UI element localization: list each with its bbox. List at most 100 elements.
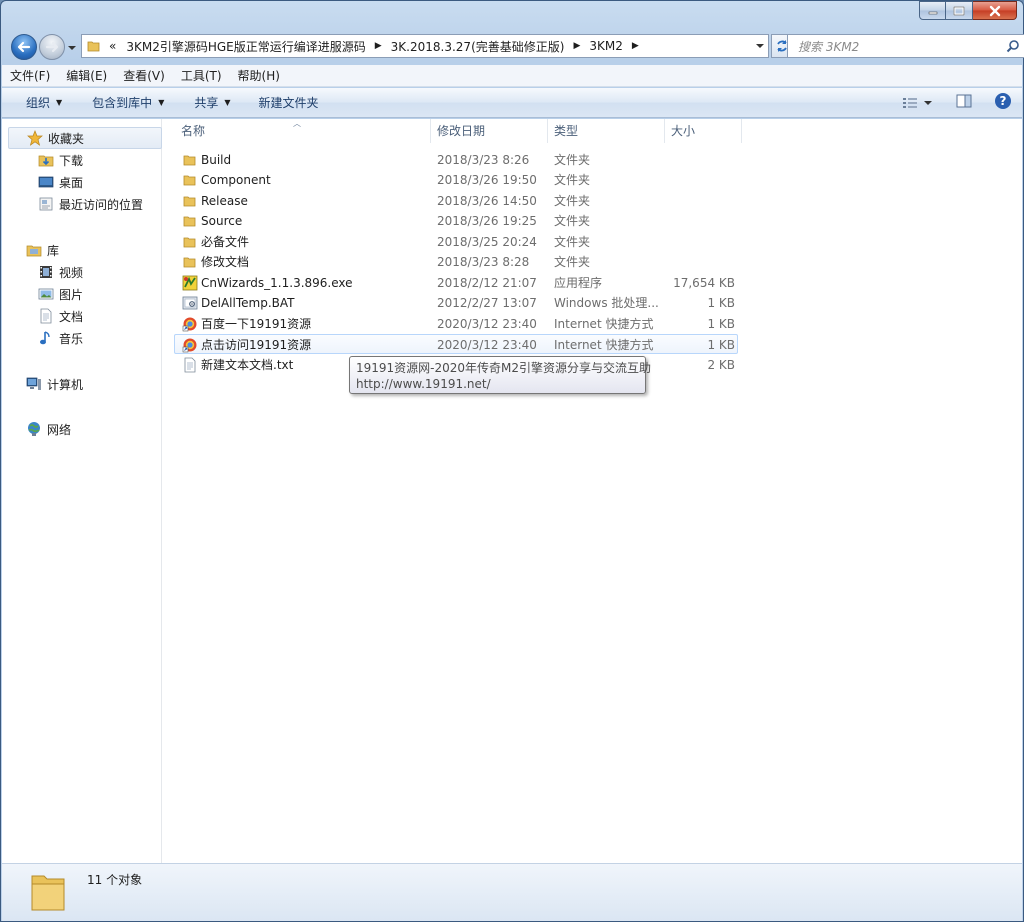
share-button[interactable]: 共享 ▼ — [184, 90, 240, 116]
recent-pages-dropdown[interactable] — [66, 41, 78, 55]
close-button[interactable] — [973, 1, 1017, 20]
file-type: 文件夹 — [554, 173, 591, 187]
address-segment-1[interactable]: 3KM2引擎源码HGE版正常运行编译进服源码 — [121, 35, 370, 57]
file-type: Internet 快捷方式 — [554, 317, 654, 331]
application-icon — [182, 275, 198, 291]
file-name: 修改文档 — [201, 255, 250, 269]
music-icon — [38, 330, 54, 346]
search-icon[interactable] — [1002, 35, 1024, 57]
menu-file[interactable]: 文件(F) — [2, 65, 58, 87]
maximize-button[interactable] — [946, 1, 973, 20]
nav-item-label: 音乐 — [59, 331, 84, 346]
minimize-button[interactable] — [919, 1, 946, 20]
navigation-bar: « 3KM2引擎源码HGE版正常运行编译进服源码 ▶ 3K.2018.3.27(… — [9, 31, 1024, 61]
arrow-right-icon — [45, 41, 59, 53]
file-date: 2018/3/23 8:28 — [437, 255, 530, 269]
file-date: 2018/3/26 19:50 — [437, 173, 537, 187]
file-type: 应用程序 — [554, 276, 603, 290]
address-separator-icon[interactable]: ▶ — [628, 41, 643, 51]
change-view-button[interactable] — [902, 96, 932, 110]
menu-edit[interactable]: 编辑(E) — [58, 65, 115, 87]
search-placeholder: 搜索 3KM2 — [798, 39, 860, 54]
nav-item-downloads[interactable]: 下载 — [2, 149, 83, 171]
column-header-type[interactable]: 类型 — [548, 119, 665, 143]
help-button[interactable]: ? — [994, 92, 1012, 113]
folder-icon — [84, 35, 104, 57]
nav-computer[interactable]: 计算机 — [2, 373, 83, 395]
internet-shortcut-icon — [182, 316, 198, 332]
include-in-library-label: 包含到库中 — [92, 95, 153, 110]
nav-item-label: 文档 — [59, 309, 84, 324]
file-size — [671, 191, 735, 211]
file-date: 2020/3/12 23:40 — [437, 317, 537, 331]
file-row[interactable]: Release 2018/3/26 14:50 文件夹 — [175, 191, 737, 211]
folder-icon — [182, 213, 198, 229]
search-input[interactable]: 搜索 3KM2 — [787, 34, 1024, 58]
minimize-icon — [928, 11, 937, 14]
menu-view[interactable]: 查看(V) — [115, 65, 173, 87]
forward-button[interactable] — [39, 34, 65, 60]
file-list: ︿ 名称 修改日期 类型 大小 Build 2018/3/23 8:26 文件夹… — [163, 119, 1022, 863]
new-folder-button[interactable]: 新建文件夹 — [249, 90, 329, 116]
file-name: Source — [201, 214, 243, 228]
chevron-down-icon: ▼ — [56, 97, 63, 107]
file-row[interactable]: 修改文档 2018/3/23 8:28 文件夹 — [175, 252, 737, 272]
address-segment-2[interactable]: 3K.2018.3.27(完善基础修正版) — [386, 35, 570, 57]
column-header-date[interactable]: 修改日期 — [431, 119, 548, 143]
back-button[interactable] — [11, 34, 37, 60]
item-count: 11 个对象 — [87, 873, 143, 887]
preview-pane-button[interactable] — [956, 94, 972, 111]
address-separator-icon[interactable]: ▶ — [569, 41, 584, 51]
file-name: CnWizards_1.1.3.896.exe — [201, 276, 353, 290]
menu-help[interactable]: 帮助(H) — [230, 65, 288, 87]
address-overflow[interactable]: « — [104, 35, 121, 57]
file-size — [671, 150, 735, 170]
file-type: Windows 批处理... — [554, 296, 659, 310]
nav-item-documents[interactable]: 文档 — [2, 305, 83, 327]
file-row[interactable]: 必备文件 2018/3/25 20:24 文件夹 — [175, 232, 737, 252]
file-date: 2020/3/12 23:40 — [437, 338, 537, 352]
nav-libraries[interactable]: 库 — [2, 239, 59, 261]
file-size — [671, 170, 735, 190]
column-header-name[interactable]: 名称 — [175, 119, 431, 143]
nav-network-label: 网络 — [47, 422, 72, 437]
file-row[interactable]: Source 2018/3/26 19:25 文件夹 — [175, 211, 737, 231]
column-header-size[interactable]: 大小 — [665, 119, 742, 143]
nav-item-recent-places[interactable]: 最近访问的位置 — [2, 193, 143, 215]
help-icon: ? — [995, 93, 1011, 109]
title-bar[interactable] — [1, 1, 1023, 31]
file-row[interactable]: Component 2018/3/26 19:50 文件夹 — [175, 170, 737, 190]
nav-item-label: 图片 — [59, 287, 84, 302]
folder-icon — [182, 152, 198, 168]
nav-network[interactable]: 网络 — [2, 418, 71, 440]
library-icon — [26, 242, 42, 258]
file-size — [671, 232, 735, 252]
address-dropdown[interactable] — [752, 35, 768, 57]
nav-item-videos[interactable]: 视频 — [2, 261, 83, 283]
content-area: 收藏夹 下载 桌面 最近访问的位置 库 视频 图片 文档 音乐 计算机 网络 ︿… — [2, 119, 1022, 863]
file-type: 文件夹 — [554, 255, 591, 269]
file-row[interactable]: DelAllTemp.BAT 2012/2/27 13:07 Windows 批… — [175, 293, 737, 313]
file-row[interactable]: Build 2018/3/23 8:26 文件夹 — [175, 150, 737, 170]
file-row-hovered[interactable]: 点击访问19191资源 2020/3/12 23:40 Internet 快捷方… — [174, 334, 738, 354]
include-in-library-button[interactable]: 包含到库中 ▼ — [82, 90, 174, 116]
maximize-icon — [953, 6, 965, 15]
nav-item-pictures[interactable]: 图片 — [2, 283, 83, 305]
address-bar[interactable]: « 3KM2引擎源码HGE版正常运行编译进服源码 ▶ 3K.2018.3.27(… — [81, 34, 769, 58]
address-separator-icon[interactable]: ▶ — [371, 41, 386, 51]
nav-item-music[interactable]: 音乐 — [2, 327, 83, 349]
close-icon — [989, 5, 1000, 16]
file-row[interactable]: 百度一下19191资源 2020/3/12 23:40 Internet 快捷方… — [175, 314, 737, 334]
file-row[interactable]: CnWizards_1.1.3.896.exe 2018/2/12 21:07 … — [175, 273, 737, 293]
organize-button[interactable]: 组织 ▼ — [16, 90, 72, 116]
tooltip-description: 19191资源网-2020年传奇M2引擎资源分享与交流互助 — [356, 361, 652, 375]
details-pane: 11 个对象 — [2, 863, 1022, 921]
nav-item-desktop[interactable]: 桌面 — [2, 171, 83, 193]
view-list-icon — [903, 97, 917, 108]
nav-favorites[interactable]: 收藏夹 — [8, 127, 162, 149]
text-file-icon — [182, 357, 198, 373]
menu-tools[interactable]: 工具(T) — [173, 65, 230, 87]
address-segment-3[interactable]: 3KM2 — [584, 35, 628, 57]
file-name: Build — [201, 153, 232, 167]
file-type: 文件夹 — [554, 194, 591, 208]
